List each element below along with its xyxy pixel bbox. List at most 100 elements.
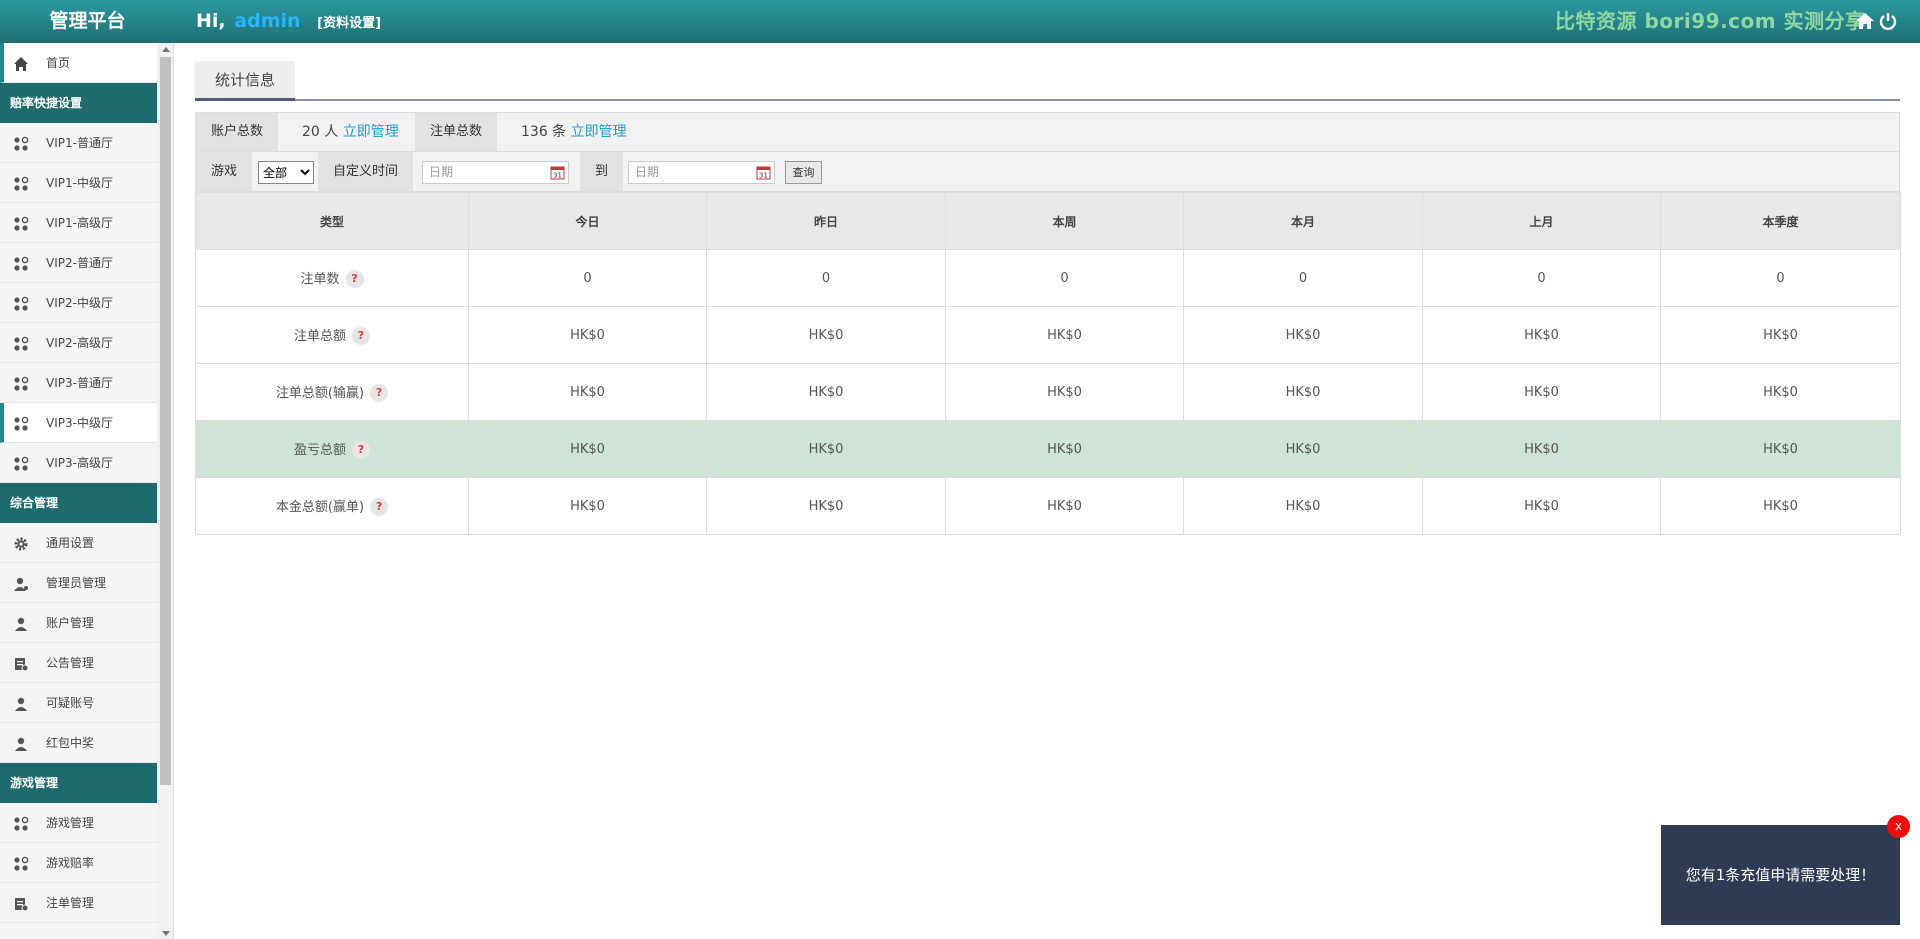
greeting-text: Hi, <box>196 10 226 32</box>
sidebar-item[interactable]: VIP1-高级厅 <box>0 203 157 243</box>
custom-time-label: 自定义时间 <box>318 152 414 191</box>
sidebar-scrollbar[interactable] <box>157 43 174 939</box>
user-icon <box>15 737 27 751</box>
table-cell: 0 <box>1183 249 1423 307</box>
table-cell: HK$0 <box>468 306 707 364</box>
table-cell: HK$0 <box>706 420 946 478</box>
tab-statistics[interactable]: 统计信息 <box>195 61 295 101</box>
row-label: 注单总额(输赢) <box>275 385 365 401</box>
table-header-row: 类型 今日 昨日 本周 本月 上月 本季度 <box>195 192 1901 250</box>
sidebar-item[interactable]: VIP3-普通厅 <box>0 363 157 403</box>
scrollbar-thumb[interactable] <box>160 57 171 785</box>
column-header: 类型 <box>195 192 469 250</box>
profile-settings-link[interactable]: [资料设置] <box>317 16 381 31</box>
svg-text:31: 31 <box>759 172 768 180</box>
sidebar-item[interactable]: VIP3-中级厅 <box>0 403 157 443</box>
calendar-icon[interactable]: 31 <box>550 165 565 180</box>
table-cell: HK$0 <box>706 477 946 535</box>
table-cell: HK$0 <box>1660 306 1901 364</box>
svg-text:31: 31 <box>553 172 562 180</box>
sidebar-item[interactable]: 管理员管理 <box>0 563 157 603</box>
sidebar-item-label: 账户管理 <box>46 616 95 630</box>
notification-close-button[interactable]: x <box>1887 815 1910 838</box>
help-icon[interactable]: ? <box>352 441 370 460</box>
column-header: 本周 <box>945 192 1184 250</box>
sidebar-item[interactable]: 账户管理 <box>0 603 157 643</box>
sidebar-item-label: VIP3-高级厅 <box>46 456 113 470</box>
table-cell: HK$0 <box>1183 363 1423 421</box>
help-icon[interactable]: ? <box>370 384 389 403</box>
user-icon <box>15 697 27 711</box>
sidebar-item[interactable]: VIP2-中级厅 <box>0 283 157 323</box>
apps-icon <box>14 216 29 231</box>
sidebar-item[interactable]: 公告管理 <box>0 643 157 683</box>
scroll-down-arrow-icon[interactable] <box>162 931 170 936</box>
summary-bar: 账户总数 20 人 立即管理 注单总数 136 条 立即管理 <box>195 112 1900 152</box>
sidebar-item-home[interactable]: 首页 <box>0 43 157 83</box>
start-date-input[interactable]: 日期 31 <box>422 161 569 184</box>
accounts-summary: 20 人 立即管理 <box>302 113 399 151</box>
help-icon[interactable]: ? <box>345 270 364 289</box>
table-cell: 0 <box>1660 249 1901 307</box>
document-icon <box>15 898 29 912</box>
orders-manage-link[interactable]: 立即管理 <box>571 124 627 140</box>
sidebar-item-label: 首页 <box>46 56 71 70</box>
start-date-placeholder: 日期 <box>429 165 454 179</box>
table-cell: HK$0 <box>1183 306 1423 364</box>
sidebar-item[interactable]: VIP1-中级厅 <box>0 163 157 203</box>
accounts-manage-link[interactable]: 立即管理 <box>343 124 399 140</box>
notification-popup[interactable]: 您有1条充值申请需要处理！ <box>1661 825 1900 925</box>
help-icon[interactable]: ? <box>352 327 370 346</box>
sidebar-item-label: 通用设置 <box>46 536 95 550</box>
sidebar-item-label: 游戏管理 <box>46 816 95 830</box>
sidebar-item[interactable]: VIP2-高级厅 <box>0 323 157 363</box>
sidebar-item[interactable]: 注单管理 <box>0 883 157 923</box>
column-header: 昨日 <box>706 192 946 250</box>
orders-summary: 136 条 立即管理 <box>521 113 627 151</box>
table-cell: HK$0 <box>1183 477 1423 535</box>
apps-icon <box>14 136 29 151</box>
sidebar-item[interactable]: 通用设置 <box>0 523 157 563</box>
sidebar-item-label: VIP3-中级厅 <box>46 416 113 430</box>
game-label: 游戏 <box>196 152 253 191</box>
sidebar-item[interactable]: 游戏管理 <box>0 803 157 843</box>
sidebar-item[interactable]: VIP3-高级厅 <box>0 443 157 483</box>
table-row: 本金总额(赢单)? HK$0 HK$0 HK$0 HK$0 HK$0 HK$0 <box>195 477 1901 535</box>
calendar-icon[interactable]: 31 <box>756 165 771 180</box>
brand-title: 管理平台 <box>49 10 126 32</box>
sidebar-item[interactable]: VIP1-普通厅 <box>0 123 157 163</box>
scroll-up-arrow-icon[interactable] <box>162 47 170 52</box>
table-cell: HK$0 <box>706 306 946 364</box>
table-cell: HK$0 <box>468 420 707 478</box>
sidebar-item-label: VIP2-高级厅 <box>46 336 113 350</box>
column-header: 本季度 <box>1660 192 1901 250</box>
column-header: 本月 <box>1183 192 1423 250</box>
table-row: 盈亏总额? HK$0 HK$0 HK$0 HK$0 HK$0 HK$0 <box>195 420 1901 478</box>
row-label: 本金总额(赢单) <box>275 499 365 515</box>
sidebar-item[interactable]: VIP2-普通厅 <box>0 243 157 283</box>
sidebar-item[interactable]: 可疑账号 <box>0 683 157 723</box>
sidebar-item-label: 注单管理 <box>46 896 95 910</box>
query-button[interactable]: 查询 <box>785 161 822 184</box>
power-icon[interactable] <box>1878 11 1898 31</box>
sidebar-item[interactable]: 游戏赔率 <box>0 843 157 883</box>
help-icon[interactable]: ? <box>370 498 389 517</box>
apps-icon <box>14 416 29 431</box>
sidebar-item[interactable]: 红包中奖 <box>0 723 157 763</box>
end-date-input[interactable]: 日期 31 <box>628 161 775 184</box>
game-select[interactable]: 全部 <box>258 161 314 184</box>
table-cell: 0 <box>945 249 1184 307</box>
home-icon[interactable] <box>1854 11 1876 31</box>
table-cell: HK$0 <box>1660 363 1901 421</box>
table-cell: HK$0 <box>1422 363 1661 421</box>
table-row: 注单总额? HK$0 HK$0 HK$0 HK$0 HK$0 HK$0 <box>195 306 1901 364</box>
table-cell: HK$0 <box>468 477 707 535</box>
row-label-cell: 注单总额(输赢)? <box>195 363 469 421</box>
username: admin <box>234 10 301 32</box>
column-header: 今日 <box>468 192 707 250</box>
users-icon <box>14 577 28 591</box>
top-header: 管理平台 Hi, admin [资料设置] 比特资源 bori99.com 实测… <box>0 0 1920 43</box>
table-row: 注单数? 0 0 0 0 0 0 <box>195 249 1901 307</box>
orders-value: 136 条 <box>521 124 567 140</box>
table-cell: HK$0 <box>945 477 1184 535</box>
